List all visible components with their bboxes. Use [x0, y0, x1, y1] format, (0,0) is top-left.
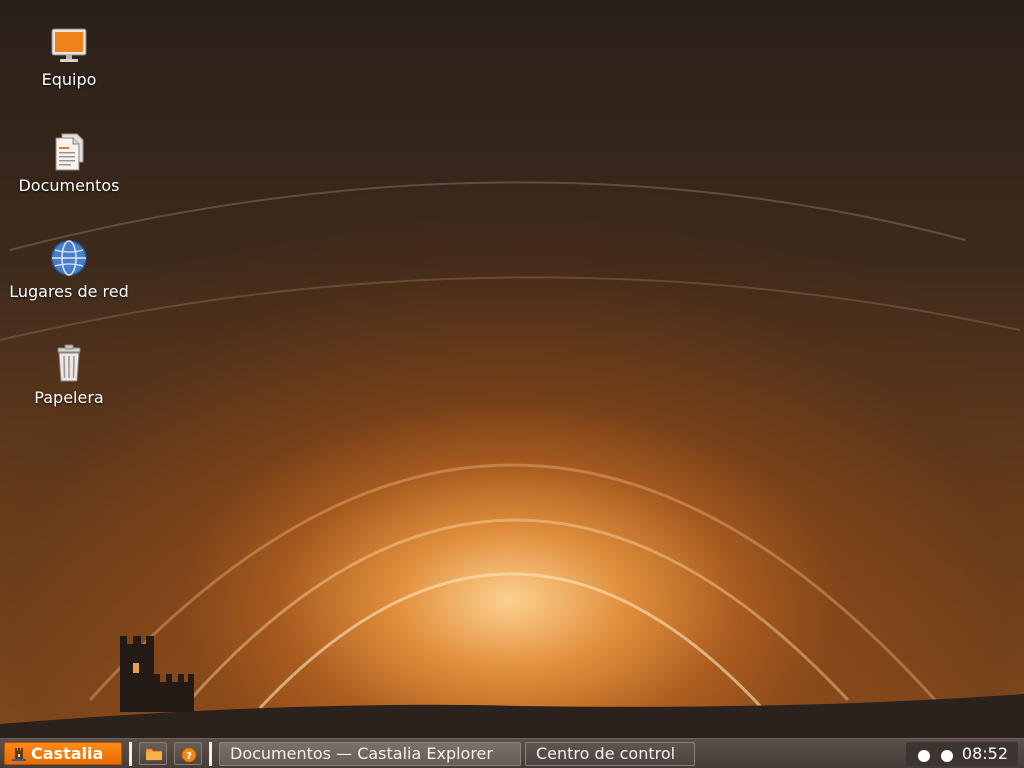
- folder-icon: [146, 748, 162, 761]
- task-button-centro-de-control[interactable]: Centro de control: [525, 742, 695, 766]
- desktop-icon-equipo[interactable]: Equipo: [9, 26, 129, 90]
- castle-window: [133, 663, 139, 673]
- taskbar-separator: [209, 742, 212, 766]
- status-dot-icon[interactable]: [918, 750, 930, 762]
- quick-launch-file-manager-button[interactable]: [139, 742, 167, 765]
- start-menu-button[interactable]: Castalia: [4, 742, 122, 765]
- network-globe-icon: [49, 238, 89, 278]
- svg-text:?: ?: [186, 751, 192, 762]
- clock[interactable]: 08:52: [962, 742, 1008, 766]
- desktop-icon-label: Equipo: [41, 70, 97, 89]
- wallpaper-art: [0, 181, 1024, 738]
- desktop-icon-documentos[interactable]: Documentos: [9, 132, 129, 196]
- quick-launch-help-button[interactable]: ?: [174, 742, 202, 765]
- desktop-icon-label: Lugares de red: [9, 282, 129, 301]
- system-tray: 08:52: [906, 742, 1018, 766]
- task-button-documentos-explorer[interactable]: Documentos — Castalia Explorer: [219, 742, 521, 766]
- desktop-icon-label: Documentos: [18, 176, 120, 195]
- status-dot-icon[interactable]: [941, 750, 953, 762]
- trash-icon: [49, 344, 89, 384]
- help-icon: ?: [181, 747, 197, 763]
- computer-icon: [49, 26, 89, 66]
- castle-silhouette: [120, 636, 194, 712]
- documents-icon: [49, 132, 89, 172]
- desktop-icon-papelera[interactable]: Papelera: [9, 344, 129, 408]
- desktop-icon-label: Papelera: [34, 388, 104, 407]
- taskbar: Castalia ? Documentos — Castalia Explore…: [0, 738, 1024, 768]
- taskbar-separator: [129, 742, 132, 766]
- desktop-icon-lugares-de-red[interactable]: Lugares de red: [9, 238, 129, 302]
- castle-logo-icon: [12, 748, 26, 761]
- desktop-background: Equipo Documentos Lugares de red Papeler…: [0, 0, 1024, 738]
- start-menu-label: Castalia: [31, 744, 104, 763]
